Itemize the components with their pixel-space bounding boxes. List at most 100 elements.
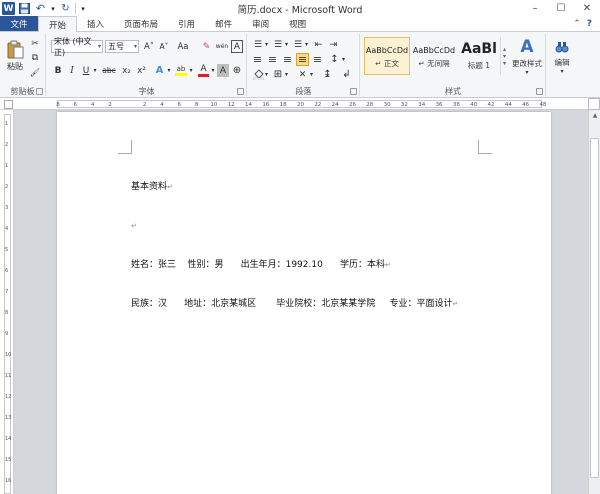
styles-scroll[interactable]: ▴ ▾ ▾	[500, 37, 508, 75]
strikethrough-button[interactable]: abc	[101, 64, 117, 77]
scrollbar-thumb[interactable]	[590, 138, 599, 478]
doc-line-personal[interactable]: 姓名：张三 性别：男 出生年月：1992.10 学历：本科↵	[131, 259, 458, 272]
tab-selector[interactable]	[4, 100, 13, 109]
subscript-button[interactable]: x₂	[120, 64, 133, 77]
phonetic-guide-button[interactable]: wén	[215, 40, 229, 53]
chevron-down-icon[interactable]: ▾	[210, 64, 216, 77]
asian-layout-icon[interactable]: ✕	[296, 68, 309, 81]
style-no-spacing[interactable]: AaBbCcDd ↵ 无间隔	[411, 37, 457, 75]
font-group: 宋体 (中文正) ▾ 五号 ▾ A˄ A˅ Aa ✎ wén A B I U ▾…	[47, 34, 247, 96]
chevron-down-icon[interactable]: ▾	[304, 38, 309, 51]
style-normal[interactable]: AaBbCcDd ↵ 正文	[364, 37, 410, 75]
paste-button[interactable]: 粘贴	[4, 36, 26, 76]
vertical-scrollbar[interactable]: ▲	[588, 110, 600, 494]
scroll-up-icon[interactable]: ▲	[591, 112, 599, 120]
style-heading-1[interactable]: AaBl 标题 1	[458, 37, 500, 75]
increase-indent-icon[interactable]: ⇥	[327, 38, 340, 51]
underline-dropdown-icon[interactable]: ▾	[92, 64, 98, 77]
shading-icon[interactable]	[251, 68, 265, 81]
copy-icon[interactable]: ⧉	[29, 52, 41, 64]
document-area[interactable]: 基本资料↵ ↵ 姓名：张三 性别：男 出生年月：1992.10 学历：本科↵ 民…	[14, 110, 588, 494]
document-body[interactable]: 基本资料↵ ↵ 姓名：张三 性别：男 出生年月：1992.10 学历：本科↵ 民…	[131, 155, 458, 337]
horizontal-ruler[interactable]: 8 6 4 2 2 4 6 8 10 12 14 16 18 20 22 24 26 28 30 32 34 36 38 40…	[0, 98, 600, 110]
save-icon[interactable]	[18, 2, 31, 15]
chevron-down-icon[interactable]: ▾	[309, 68, 314, 81]
editing-button[interactable]: 编辑 ▾	[549, 36, 575, 78]
maximize-button[interactable]: ☐	[548, 0, 574, 17]
undo-icon[interactable]: ↶	[34, 2, 47, 15]
view-ruler-toggle[interactable]	[588, 98, 600, 110]
change-styles-button[interactable]: A 更改样式 ▾	[510, 36, 544, 78]
chevron-down-icon[interactable]: ▾	[284, 68, 289, 81]
word-app-icon[interactable]: W	[2, 2, 15, 15]
tab-home[interactable]: 开始	[38, 16, 78, 32]
tab-insert[interactable]: 插入	[77, 16, 114, 31]
change-case-button[interactable]: Aa	[175, 40, 191, 53]
chevron-down-icon[interactable]: ▾	[341, 53, 346, 66]
clipboard-launcher-icon[interactable]	[36, 88, 43, 95]
enclose-characters-icon[interactable]: ⊕	[231, 64, 243, 77]
distributed-icon[interactable]: ≡	[311, 53, 324, 66]
save-icon-svg	[19, 3, 30, 14]
multilevel-list-icon[interactable]: ☰	[291, 38, 305, 51]
close-button[interactable]: ✕	[574, 0, 600, 17]
font-name-combo[interactable]: 宋体 (中文正) ▾	[51, 37, 103, 57]
align-right-icon[interactable]: ≡	[281, 53, 294, 66]
highlight-button[interactable]: ab	[174, 64, 188, 77]
doc-heading[interactable]: 基本资料↵	[131, 181, 458, 194]
italic-button[interactable]: I	[66, 64, 78, 77]
tab-view[interactable]: 视图	[279, 16, 316, 31]
text-effect-button[interactable]: A	[153, 64, 166, 77]
ruler-tick-label: 20	[297, 102, 304, 108]
chevron-down-icon[interactable]: ▾	[166, 64, 172, 77]
title-bar: W ↶ ▾ ↻ ▾ 简历.docx - Microsoft Word – ☐ ✕	[0, 0, 600, 17]
help-icon[interactable]: ?	[587, 19, 592, 29]
chevron-down-icon[interactable]: ▾	[264, 68, 269, 81]
sort-icon[interactable]: ↨	[321, 68, 334, 81]
decrease-indent-icon[interactable]: ⇤	[312, 38, 325, 51]
grow-font-button[interactable]: A˄	[142, 40, 156, 53]
character-border-button[interactable]: A	[231, 40, 243, 53]
minimize-ribbon-icon[interactable]: ⌃	[573, 19, 581, 29]
paragraph-launcher-icon[interactable]	[350, 88, 357, 95]
font-size-combo[interactable]: 五号 ▾	[105, 40, 139, 53]
tab-page-layout[interactable]: 页面布局	[114, 16, 168, 31]
bullets-icon[interactable]: ☰	[251, 38, 265, 51]
chevron-down-icon[interactable]: ▾	[188, 64, 194, 77]
minimize-button[interactable]: –	[522, 0, 548, 17]
font-color-button[interactable]: A	[197, 64, 210, 77]
line-spacing-icon[interactable]: ↕	[328, 53, 341, 66]
underline-button[interactable]: U	[80, 64, 92, 77]
ruler-tick-label: 48	[539, 102, 547, 108]
format-painter-icon[interactable]: 🖌	[29, 66, 41, 78]
tab-mailings[interactable]: 邮件	[205, 16, 242, 31]
justify-icon[interactable]: ≡	[296, 53, 309, 66]
numbering-icon[interactable]: ☰	[271, 38, 285, 51]
font-launcher-icon[interactable]	[237, 88, 244, 95]
borders-icon[interactable]: ⊞	[271, 68, 285, 81]
show-marks-icon[interactable]: ↲	[340, 68, 353, 81]
customize-qat-icon[interactable]: ▾	[79, 2, 87, 15]
chevron-down-icon[interactable]: ▾	[284, 38, 289, 51]
doc-empty-line[interactable]: ↵	[131, 220, 458, 233]
align-left-icon[interactable]: ≡	[251, 53, 264, 66]
tab-references[interactable]: 引用	[168, 16, 205, 31]
paste-icon	[7, 40, 24, 59]
tab-review[interactable]: 审阅	[242, 16, 279, 31]
chevron-down-icon[interactable]: ▾	[264, 38, 269, 51]
superscript-button[interactable]: x²	[135, 64, 148, 77]
paragraph-group-label: 段落	[295, 87, 312, 96]
redo-icon[interactable]: ↻	[59, 2, 72, 15]
tab-file[interactable]: 文件	[0, 16, 38, 31]
bold-button[interactable]: B	[52, 64, 64, 77]
align-center-icon[interactable]: ≡	[266, 53, 279, 66]
undo-dropdown-icon[interactable]: ▾	[50, 2, 56, 15]
shrink-font-button[interactable]: A˅	[157, 40, 171, 53]
cut-icon[interactable]: ✂	[29, 38, 41, 50]
vertical-ruler[interactable]: 1 2 1 2 3 4 5 6 7 8 9 10 11 12 13 14 15 16	[0, 110, 14, 494]
doc-line-education[interactable]: 民族：汉 地址：北京某城区 毕业院校：北京某某学院 专业：平面设计↵	[131, 298, 458, 311]
character-shading-button[interactable]: A	[217, 64, 229, 77]
document-page[interactable]: 基本资料↵ ↵ 姓名：张三 性别：男 出生年月：1992.10 学历：本科↵ 民…	[57, 112, 551, 494]
styles-launcher-icon[interactable]	[536, 88, 543, 95]
clear-format-icon[interactable]: ✎	[200, 40, 213, 53]
